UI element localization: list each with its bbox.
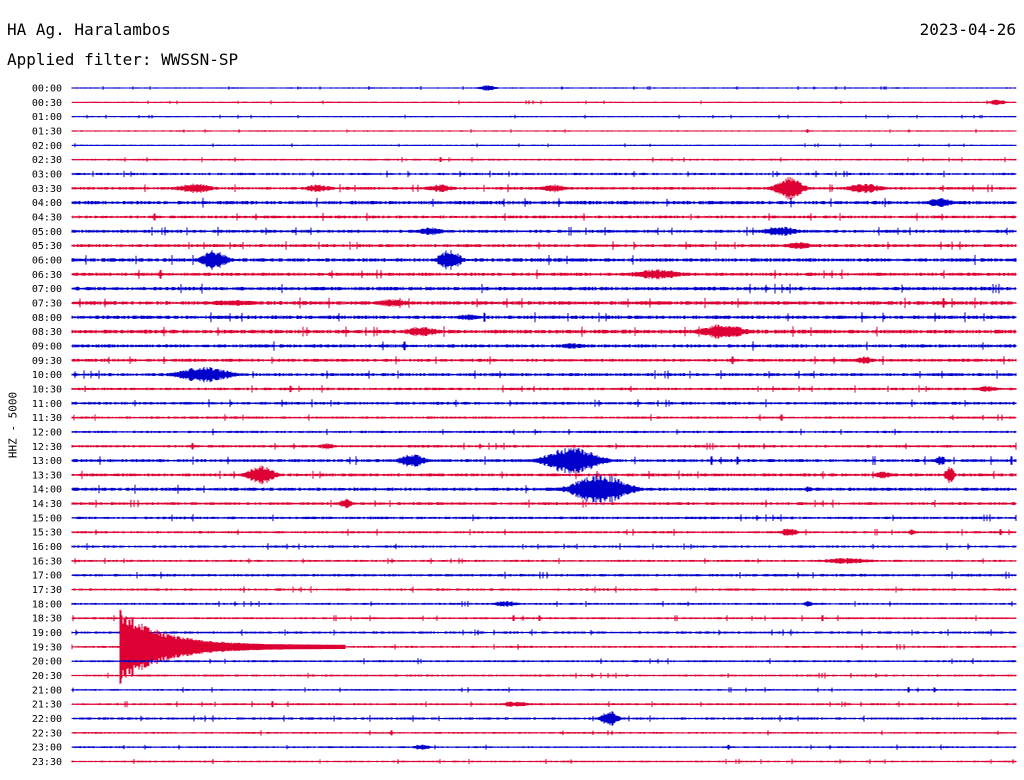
time-label: 07:00 [32, 284, 62, 295]
trace-row-0930 [71, 355, 1017, 365]
time-label: 02:00 [32, 141, 62, 152]
trace-row-0700 [71, 283, 1017, 294]
trace-row-0400 [71, 197, 1017, 208]
trace-row-0030 [71, 99, 1017, 105]
time-label: 22:00 [32, 714, 62, 725]
time-label: 08:00 [32, 313, 62, 324]
trace-row-0530 [71, 241, 1017, 250]
trace-row-2230 [71, 730, 1017, 736]
trace-row-2000 [71, 658, 1017, 665]
trace-row-1430 [71, 498, 1017, 509]
time-label: 20:30 [32, 671, 62, 682]
time-labels: 00:00 00:30 01:00 01:30 02:00 02:30 03:00 03:30… [32, 84, 62, 769]
time-label: 16:30 [32, 556, 62, 567]
trace-row-0630 [71, 269, 1017, 280]
time-label: 03:00 [32, 169, 62, 180]
time-label: 17:00 [32, 571, 62, 582]
trace-row-0300 [71, 170, 1017, 178]
time-label: 05:30 [32, 241, 62, 252]
time-label: 20:00 [32, 657, 62, 668]
trace-row-0600 [71, 250, 1017, 270]
trace-row-1630 [71, 557, 1017, 564]
trace-row-0330 [71, 177, 1017, 200]
trace-row-2300 [71, 744, 1017, 750]
time-label: 01:00 [32, 112, 62, 123]
trace-row-0900 [71, 341, 1017, 351]
trace-row-1100 [71, 399, 1017, 408]
time-label: 16:00 [32, 542, 62, 553]
time-label: 19:30 [32, 642, 62, 653]
trace-row-0830 [71, 324, 1017, 339]
time-label: 23:30 [32, 757, 62, 768]
time-label: 11:30 [32, 413, 62, 424]
time-label: 21:30 [32, 700, 62, 711]
trace-row-1030 [71, 385, 1017, 393]
time-label: 17:30 [32, 585, 62, 596]
time-label: 05:00 [32, 227, 62, 238]
time-label: 12:30 [32, 442, 62, 453]
trace-row-1530 [71, 528, 1017, 536]
trace-row-1800 [71, 600, 1017, 607]
trace-row-1000 [71, 367, 1017, 383]
trace-row-1700 [71, 571, 1017, 579]
time-label: 12:00 [32, 427, 62, 438]
time-label: 14:00 [32, 485, 62, 496]
time-label: 13:00 [32, 456, 62, 467]
trace-row-1300 [71, 448, 1017, 473]
trace-row-0130 [71, 129, 1017, 133]
trace-row-0800 [71, 312, 1017, 323]
trace-row-2100 [71, 687, 1017, 693]
trace-row-0000 [71, 85, 1017, 91]
time-label: 01:30 [32, 126, 62, 137]
trace-row-0500 [71, 226, 1017, 236]
time-label: 18:00 [32, 599, 62, 610]
time-label: 03:30 [32, 184, 62, 195]
time-label: 00:00 [32, 84, 62, 95]
trace-row-1500 [71, 514, 1017, 522]
trace-row-1130 [71, 414, 1017, 421]
time-label: 06:30 [32, 270, 62, 281]
time-label: 22:30 [32, 728, 62, 739]
time-label: 15:30 [32, 528, 62, 539]
helicorder-plot: 00:00 00:30 01:00 01:30 02:00 02:30 03:00 03:30… [32, 84, 1017, 769]
time-label: 09:00 [32, 341, 62, 352]
time-label: 02:30 [32, 155, 62, 166]
trace-row-2130 [71, 701, 1017, 708]
seismic-traces [71, 85, 1017, 765]
trace-row-0230 [71, 157, 1017, 163]
trace-row-0430 [71, 212, 1017, 221]
time-label: 13:30 [32, 470, 62, 481]
time-label: 21:00 [32, 685, 62, 696]
trace-row-2330 [71, 758, 1017, 765]
time-label: 04:30 [32, 212, 62, 223]
time-label: 10:00 [32, 370, 62, 381]
trace-row-0100 [71, 114, 1017, 119]
trace-row-1200 [71, 428, 1017, 436]
time-label: 04:00 [32, 198, 62, 209]
time-label: 09:30 [32, 356, 62, 367]
trace-row-1900 [71, 629, 1017, 636]
trace-row-2200 [71, 711, 1017, 726]
trace-row-2030 [71, 672, 1017, 679]
time-label: 15:00 [32, 513, 62, 524]
time-label: 06:00 [32, 255, 62, 266]
time-label: 07:30 [32, 298, 62, 309]
time-label: 08:30 [32, 327, 62, 338]
trace-row-1930 [71, 609, 1017, 684]
time-label: 23:00 [32, 743, 62, 754]
time-label: 11:00 [32, 399, 62, 410]
trace-row-1230 [71, 442, 1017, 450]
time-label: 19:00 [32, 628, 62, 639]
trace-row-1600 [71, 543, 1017, 550]
trace-row-1400 [71, 473, 1017, 505]
trace-row-0730 [71, 297, 1017, 309]
trace-row-1730 [71, 586, 1017, 593]
trace-row-1330 [71, 465, 1017, 485]
trace-row-0200 [71, 143, 1017, 148]
time-label: 10:30 [32, 384, 62, 395]
time-label: 00:30 [32, 98, 62, 109]
time-label: 18:30 [32, 614, 62, 625]
trace-row-1830 [71, 615, 1017, 622]
time-label: 14:30 [32, 499, 62, 510]
